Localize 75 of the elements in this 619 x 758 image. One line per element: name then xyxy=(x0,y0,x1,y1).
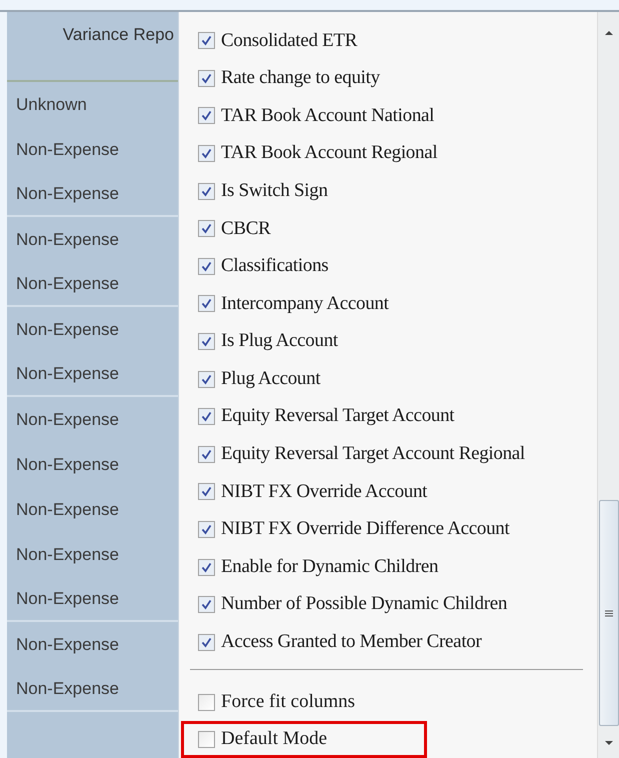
checkmark-icon xyxy=(201,186,212,197)
checkmark-icon xyxy=(201,486,212,498)
menu-item[interactable]: Intercompany Account xyxy=(198,285,587,323)
scrollbar-thumb[interactable] xyxy=(598,500,618,726)
scroll-down-icon[interactable] xyxy=(604,740,612,746)
checkbox[interactable] xyxy=(198,333,215,350)
checkbox[interactable] xyxy=(198,558,215,576)
checkbox[interactable] xyxy=(198,258,215,275)
checkmark-icon xyxy=(201,524,212,536)
table-cell-text: Non-Expense xyxy=(16,454,120,476)
menu-item[interactable]: Access Granted to Member Creator xyxy=(198,624,587,662)
checkbox[interactable] xyxy=(198,32,215,50)
column-header[interactable]: Variance Repo xyxy=(62,22,174,80)
menu-item[interactable]: TAR Book Account Regional xyxy=(198,134,587,172)
checkbox[interactable] xyxy=(198,220,215,238)
checkmark-icon xyxy=(201,448,212,460)
checkmark-icon xyxy=(201,110,212,122)
checkmark-icon xyxy=(201,636,212,648)
scroll-up-icon[interactable] xyxy=(604,30,612,36)
menu-item[interactable]: Is Switch Sign xyxy=(198,172,587,210)
table-cell-text: Non-Expense xyxy=(16,362,120,385)
menu-item[interactable]: Enable for Dynamic Children xyxy=(198,548,587,586)
table-cell-text: Non-Expense xyxy=(16,138,120,161)
checkmark-icon xyxy=(201,223,212,234)
checkmark-icon xyxy=(201,599,212,610)
table-cell-text: Non-Expense xyxy=(16,318,120,341)
table-cell-text: Non-Expense xyxy=(16,634,120,656)
checkbox[interactable] xyxy=(198,483,215,500)
checkbox[interactable] xyxy=(198,107,215,124)
scrollbar[interactable] xyxy=(597,12,619,758)
table-cell-text: Non-Expense xyxy=(16,228,120,251)
menu-item[interactable]: Number of Possible Dynamic Children xyxy=(198,586,587,624)
table-cell-text: Non-Expense xyxy=(16,272,120,295)
table-cell-text: Non-Expense xyxy=(16,678,120,700)
checkbox[interactable] xyxy=(198,731,215,748)
menu-item[interactable]: Is Plug Account xyxy=(198,322,587,360)
checkbox[interactable] xyxy=(198,634,215,651)
menu-item[interactable]: CBCR xyxy=(198,210,587,248)
checkbox[interactable] xyxy=(198,145,215,162)
menu-item[interactable]: Equity Reversal Target Account xyxy=(198,398,587,436)
menu-item[interactable]: TAR Book Account National xyxy=(198,97,587,135)
checkmark-icon xyxy=(201,35,212,46)
menu-item[interactable]: Force fit columns xyxy=(198,684,587,721)
table-cell-text: Non-Expense xyxy=(16,408,120,431)
checkmark-icon xyxy=(201,336,212,348)
checkbox[interactable] xyxy=(198,446,215,463)
menu-item[interactable]: Rate change to equity xyxy=(198,60,587,98)
table-cell-text: Non-Expense xyxy=(16,182,120,205)
table-cell-text: Non-Expense xyxy=(16,498,120,521)
checkmark-icon xyxy=(201,72,212,84)
checkbox[interactable] xyxy=(198,370,215,388)
checkbox[interactable] xyxy=(198,596,215,614)
checkmark-icon xyxy=(201,411,212,422)
checkbox[interactable] xyxy=(198,521,215,538)
menu-item[interactable]: NIBT FX Override Account xyxy=(198,473,587,511)
menu-item[interactable]: NIBT FX Override Difference Account xyxy=(198,510,587,548)
menu-item[interactable]: Classifications xyxy=(198,248,587,286)
checkbox[interactable] xyxy=(198,694,215,711)
grip-icon xyxy=(604,610,612,616)
checkbox[interactable] xyxy=(198,408,215,426)
table-cell-text: Unknown xyxy=(16,94,87,116)
checkbox[interactable] xyxy=(198,295,215,312)
checkmark-icon xyxy=(201,298,212,310)
checkbox[interactable] xyxy=(198,70,215,87)
table-cell-text: Non-Expense xyxy=(16,544,120,566)
menu-item[interactable]: Equity Reversal Target Account Regional xyxy=(198,436,587,474)
checkmark-icon xyxy=(201,148,212,160)
checkmark-icon xyxy=(201,562,212,573)
menu-item[interactable]: Consolidated ETR xyxy=(198,22,587,60)
checkmark-icon xyxy=(201,374,212,385)
menu-item[interactable]: Plug Account xyxy=(198,360,587,398)
table-cell-text: Non-Expense xyxy=(16,588,120,610)
checkbox[interactable] xyxy=(198,182,215,200)
checkmark-icon xyxy=(201,260,212,272)
menu-item[interactable]: Default Mode xyxy=(181,721,427,758)
